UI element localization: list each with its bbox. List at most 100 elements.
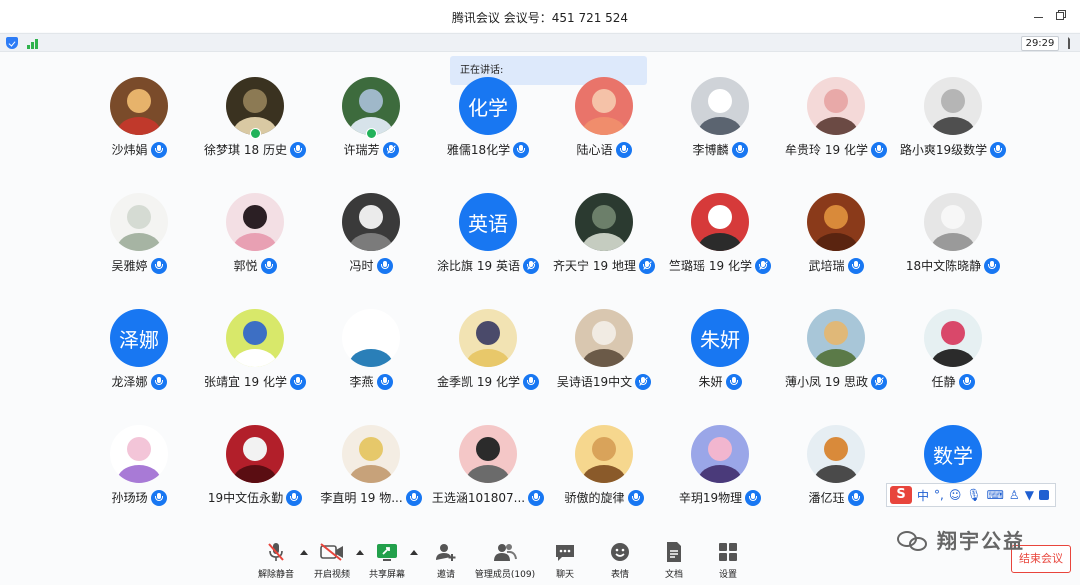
participant-tile[interactable]: 郭悦 xyxy=(197,193,313,303)
fullscreen-icon[interactable] xyxy=(1068,37,1078,49)
participant-tile[interactable]: 英语 涂比旗 19 英语 xyxy=(430,193,546,303)
mic-icon[interactable] xyxy=(260,257,277,274)
participant-tile[interactable]: 化学 雅儒18化学 xyxy=(430,77,546,187)
ime-punctuation-toggle[interactable]: °, xyxy=(934,488,944,502)
participant-tile[interactable]: 吴雅婷 xyxy=(81,193,197,303)
mic-icon[interactable] xyxy=(615,141,632,158)
participant-tile[interactable]: 齐天宁 19 地理 xyxy=(546,193,662,303)
participant-tile[interactable]: 薄小凤 19 思政 xyxy=(778,309,894,419)
participant-avatar-photo xyxy=(342,193,400,251)
ime-skin-icon[interactable]: ▼ xyxy=(1025,488,1034,502)
host-badge-icon xyxy=(366,128,377,139)
participant-tile[interactable]: 冯时 xyxy=(313,193,429,303)
participant-name: 许瑞芳 xyxy=(343,143,380,157)
share-options-caret[interactable] xyxy=(410,550,418,555)
participant-tile[interactable]: 孙玚玚 xyxy=(81,425,197,535)
audio-options-caret[interactable] xyxy=(300,550,308,555)
participant-tile[interactable]: 张靖宜 19 化学 xyxy=(197,309,313,419)
start-video-button[interactable]: 开启视频 xyxy=(309,540,355,582)
mic-icon[interactable] xyxy=(984,257,1001,274)
participant-tile[interactable]: 19中文伍永勤 xyxy=(197,425,313,535)
participant-tile[interactable]: 任静 xyxy=(895,309,1011,419)
mic-muted-icon[interactable] xyxy=(638,257,655,274)
mic-icon[interactable] xyxy=(627,489,644,506)
signal-icon[interactable] xyxy=(27,37,41,49)
ime-user-icon[interactable]: ♙ xyxy=(1009,488,1020,502)
ime-logo-icon[interactable]: S xyxy=(890,486,912,504)
participant-tile[interactable]: 18中文陈晓静 xyxy=(895,193,1011,303)
participant-tile[interactable]: 泽娜 龙泽娜 xyxy=(81,309,197,419)
participant-tile[interactable]: 许瑞芳 xyxy=(313,77,429,187)
mic-icon[interactable] xyxy=(870,141,887,158)
mic-icon[interactable] xyxy=(150,373,167,390)
meeting-timer: 29:29 xyxy=(1021,36,1059,51)
mic-icon[interactable] xyxy=(376,373,393,390)
participant-tile[interactable]: 辛玥19物理 xyxy=(662,425,778,535)
participant-tile[interactable]: 徐梦琪 18 历史 xyxy=(197,77,313,187)
ime-toolbox-icon[interactable] xyxy=(1038,490,1049,500)
mic-icon[interactable] xyxy=(150,141,167,158)
share-screen-button[interactable]: 共享屏幕 xyxy=(364,540,410,582)
participant-tile[interactable]: 骄傲的旋律 xyxy=(546,425,662,535)
mic-muted-icon[interactable] xyxy=(635,373,652,390)
participant-name-row: 孙玚玚 xyxy=(81,489,197,506)
video-options-caret[interactable] xyxy=(356,550,364,555)
mic-icon[interactable] xyxy=(745,489,762,506)
participant-tile[interactable]: 李直明 19 物... xyxy=(313,425,429,535)
reactions-button[interactable]: 表情 xyxy=(603,540,637,582)
shield-icon[interactable] xyxy=(6,37,18,49)
mic-icon[interactable] xyxy=(528,489,545,506)
chat-button[interactable]: 聊天 xyxy=(548,540,582,582)
mic-muted-icon[interactable] xyxy=(382,141,399,158)
participant-tile[interactable]: 竺璐瑶 19 化学 xyxy=(662,193,778,303)
participant-tile[interactable]: 潘亿珏 xyxy=(778,425,894,535)
mic-icon[interactable] xyxy=(286,489,303,506)
mic-icon[interactable] xyxy=(725,373,742,390)
mic-icon[interactable] xyxy=(990,141,1007,158)
mic-icon[interactable] xyxy=(958,373,975,390)
title-bar: 腾讯会议 会议号：451 721 524 xyxy=(0,0,1080,32)
settings-button[interactable]: 设置 xyxy=(711,540,745,582)
mic-muted-icon[interactable] xyxy=(522,257,539,274)
participant-tile[interactable]: 陆心语 xyxy=(546,77,662,187)
mic-muted-icon[interactable] xyxy=(754,257,771,274)
mic-icon[interactable] xyxy=(150,489,167,506)
mic-off-icon xyxy=(254,540,298,564)
manage-members-button[interactable]: 管理成员(109) xyxy=(474,540,536,582)
participant-avatar-photo xyxy=(226,193,284,251)
unmute-button[interactable]: 解除静音 xyxy=(254,540,298,582)
participant-tile[interactable]: 金季凯 19 化学 xyxy=(430,309,546,419)
participant-avatar-photo xyxy=(691,193,749,251)
mic-icon[interactable] xyxy=(522,373,539,390)
participant-tile[interactable]: 朱妍 朱妍 xyxy=(662,309,778,419)
mic-icon[interactable] xyxy=(289,373,306,390)
participant-tile[interactable]: 吴诗语19中文 xyxy=(546,309,662,419)
participant-name: 冯时 xyxy=(349,259,374,273)
mic-icon[interactable] xyxy=(289,141,306,158)
documents-button[interactable]: 文档 xyxy=(657,540,691,582)
participant-tile[interactable]: 李博麟 xyxy=(662,77,778,187)
ime-voice-icon[interactable]: 🎙 xyxy=(966,488,981,502)
mic-icon[interactable] xyxy=(405,489,422,506)
invite-button[interactable]: 邀请 xyxy=(428,540,464,582)
participant-name: 吴诗语19中文 xyxy=(556,375,633,389)
participant-tile[interactable]: 路小爽19级数学 xyxy=(895,77,1011,187)
participant-tile[interactable]: 王选涵101807... xyxy=(430,425,546,535)
mic-icon[interactable] xyxy=(513,141,530,158)
participant-tile[interactable]: 数学数学 xyxy=(895,425,1011,535)
mic-icon[interactable] xyxy=(150,257,167,274)
minimize-icon[interactable] xyxy=(1032,8,1046,22)
ime-keyboard-icon[interactable]: ⌨ xyxy=(987,488,1004,502)
participant-tile[interactable]: 武培瑞 xyxy=(778,193,894,303)
participant-tile[interactable]: 牟贵玲 19 化学 xyxy=(778,77,894,187)
participant-tile[interactable]: 李燕 xyxy=(313,309,429,419)
ime-emoji-icon[interactable]: ☺ xyxy=(949,488,962,502)
mic-icon[interactable] xyxy=(847,257,864,274)
mic-icon[interactable] xyxy=(847,489,864,506)
participant-tile[interactable]: 沙炜娟 xyxy=(81,77,197,187)
mic-icon[interactable] xyxy=(731,141,748,158)
mic-icon[interactable] xyxy=(376,257,393,274)
restore-icon[interactable] xyxy=(1054,8,1068,22)
ime-language-toggle[interactable]: 中 xyxy=(917,487,929,504)
mic-muted-icon[interactable] xyxy=(870,373,887,390)
